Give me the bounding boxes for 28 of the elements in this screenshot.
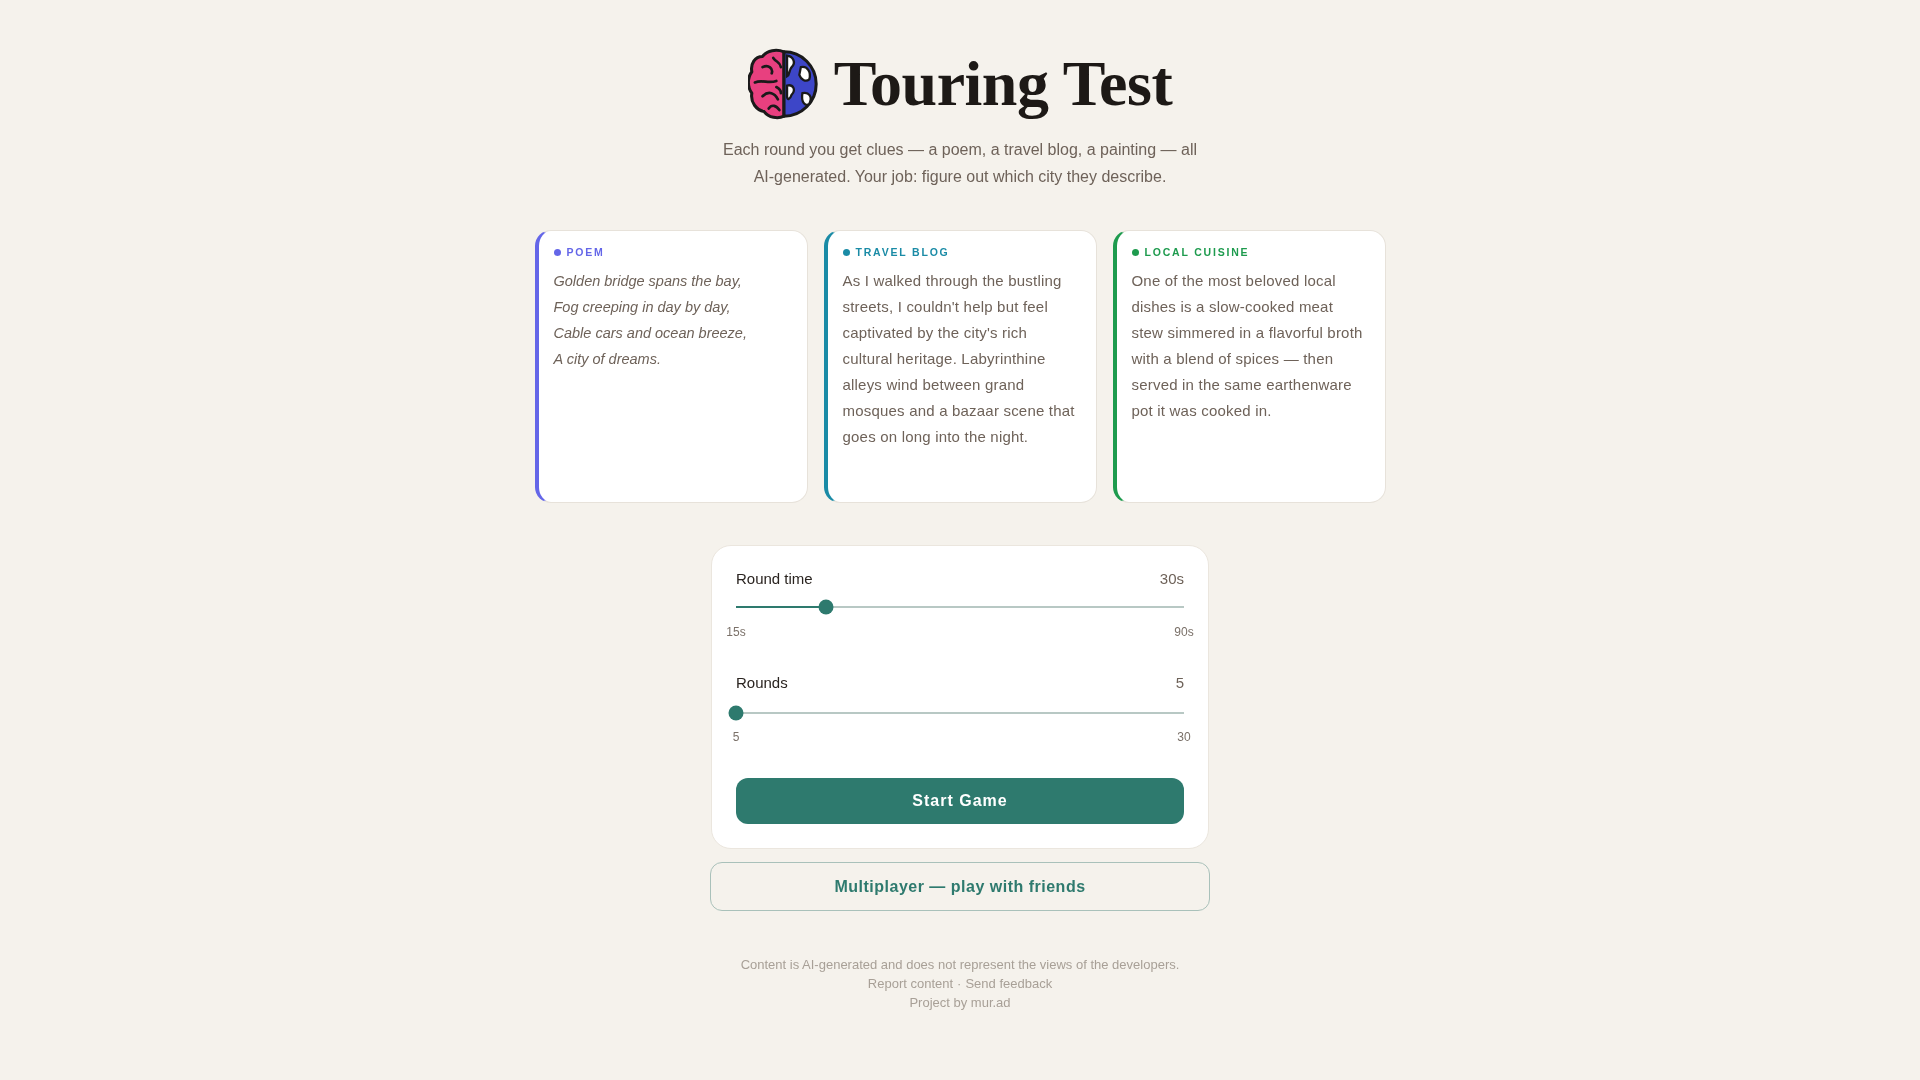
slider-thumb[interactable] — [818, 599, 834, 615]
poem-line: Golden bridge spans the bay, — [553, 272, 743, 291]
clue-category: POEM — [566, 246, 605, 258]
intro-text: Each round you get clues — a poem, a travel blog, a painting — all AI-generated. Your job: figure out which city they describe. — [721, 140, 1199, 187]
multiplayer-button[interactable]: Multiplayer — play with friends — [710, 862, 1210, 911]
setting-value: 5 — [1175, 673, 1184, 693]
poem-line: Fog creeping in day by day, — [553, 298, 732, 317]
setting-value: 30s — [1159, 569, 1184, 589]
poem-line: A city of dreams. — [553, 350, 662, 369]
link-separator: · — [957, 975, 962, 993]
start-game-button[interactable]: Start Game — [736, 778, 1184, 824]
brain-globe-logo-icon — [747, 48, 820, 120]
slider-thumb[interactable] — [728, 705, 744, 721]
clue-category: TRAVEL BLOG — [855, 246, 950, 258]
clue-category: LOCAL CUISINE — [1144, 246, 1250, 258]
clue-text: As I walked through the bustling streets, I couldn't help but feel captivated by the city's rich cultural heritage. Labyrinthine alleys wind between grand mosques and a bazaar scene that goes on long into the night. — [842, 271, 1076, 447]
slider-min-label: 15s — [726, 624, 746, 640]
credit-text: Project by mur.ad — [909, 994, 1011, 1012]
clue-text: One of the most beloved local dishes is a slow-cooked meat stew simmered in a flavorful broth with a blend of spices — then served in the same earthenware pot it was cooked in. — [1131, 271, 1364, 421]
setting-label: Round time — [736, 569, 813, 589]
slider-max-label: 30 — [1177, 729, 1191, 745]
footer-link[interactable]: Send feedback — [965, 974, 1053, 993]
slider-min-label: 5 — [732, 729, 740, 745]
poem-line: Cable cars and ocean breeze, — [553, 324, 748, 343]
slider-max-label: 90s — [1174, 624, 1194, 640]
disclaimer-text: Content is AI-generated and does not represent the views of the developers. — [740, 956, 1180, 974]
footer-link[interactable]: Report content — [867, 974, 954, 993]
setting-label: Rounds — [736, 673, 788, 693]
